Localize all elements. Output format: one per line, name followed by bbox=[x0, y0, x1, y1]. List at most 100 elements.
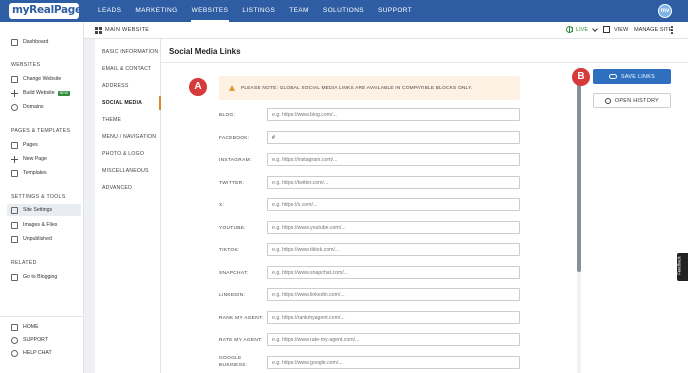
new-badge: NEW bbox=[57, 90, 71, 96]
sidebar-item-templates[interactable]: Templates bbox=[11, 168, 47, 178]
view-button[interactable]: VIEW bbox=[603, 26, 628, 33]
settings-icon bbox=[11, 336, 18, 344]
save-links-button[interactable]: SAVE LINKS bbox=[593, 69, 671, 84]
field-label-instagram: INSTAGRAM: bbox=[219, 158, 252, 163]
blog-url-input[interactable] bbox=[267, 108, 520, 121]
field-label-tiktok: TIKTOK: bbox=[219, 248, 240, 253]
site-status-label: LIVE bbox=[576, 26, 589, 33]
sidebar-heading-settings: SETTINGS & TOOLS bbox=[11, 194, 66, 200]
feedback-label: Feedback bbox=[676, 256, 682, 275]
field-label-google-business: GOOGLE BUSINESS: bbox=[219, 356, 248, 368]
snapchat-url-input[interactable] bbox=[267, 266, 520, 279]
settings-tab-basic-information[interactable]: BASIC INFORMATION bbox=[102, 49, 158, 55]
title-divider bbox=[161, 62, 688, 63]
settings-tab-email-contact[interactable]: EMAIL & CONTACT bbox=[102, 66, 151, 72]
field-label-rate-my-agent: RATE MY AGENT: bbox=[219, 338, 263, 343]
sidebar-item-home[interactable]: HOME bbox=[11, 322, 39, 332]
unpublished-icon bbox=[11, 235, 18, 243]
chevron-down-icon bbox=[592, 25, 598, 32]
page-title: Social Media Links bbox=[169, 47, 241, 56]
settings-tab-menu-navigation[interactable]: MENU / NAVIGATION bbox=[102, 134, 156, 140]
scrollbar-thumb[interactable] bbox=[577, 80, 581, 272]
settings-tab-advanced[interactable]: ADVANCED bbox=[102, 185, 132, 191]
sidebar-heading-related: RELATED bbox=[11, 260, 37, 266]
settings-tab-miscellaneous[interactable]: MISCELLANEOUS bbox=[102, 168, 149, 174]
rank-my-agent-url-input[interactable] bbox=[267, 311, 520, 324]
open-history-button[interactable]: OPEN HISTORY bbox=[593, 93, 671, 108]
settings-tab-photo-logo[interactable]: PHOTO & LOGO bbox=[102, 151, 144, 157]
globe-icon bbox=[11, 103, 18, 111]
sidebar-item-unpublished[interactable]: Unpublished bbox=[11, 234, 52, 244]
plus-icon bbox=[11, 155, 18, 163]
site-status-dropdown[interactable]: LIVE bbox=[566, 25, 598, 33]
sidebar-item-site-settings[interactable]: Site Settings bbox=[11, 205, 52, 215]
top-navigation: myRealPage LEADS MARKETING WEBSITES LIST… bbox=[0, 0, 688, 22]
sidebar-item-change-website[interactable]: Change Website bbox=[11, 74, 61, 84]
settings-menu: BASIC INFORMATION EMAIL & CONTACT ADDRES… bbox=[95, 39, 161, 373]
nav-support[interactable]: SUPPORT bbox=[377, 0, 413, 22]
field-label-linkedin: LINKEDIN: bbox=[219, 293, 246, 298]
sidebar-item-support[interactable]: SUPPORT bbox=[11, 335, 48, 345]
annotation-marker-a: A bbox=[189, 78, 207, 96]
sidebar-divider bbox=[0, 316, 84, 317]
sidebar-item-label: Unpublished bbox=[23, 236, 52, 242]
sidebar-item-help-chat[interactable]: HELP CHAT bbox=[11, 348, 52, 358]
sidebar-item-label: Templates bbox=[23, 170, 47, 176]
social-media-panel: Social Media Links A PLEASE NOTE: GLOBAL… bbox=[161, 39, 688, 373]
feedback-tab[interactable]: Feedback bbox=[677, 253, 688, 281]
field-label-youtube: YOUTUBE: bbox=[219, 226, 246, 231]
sidebar-item-pages[interactable]: Pages bbox=[11, 140, 38, 150]
nav-team[interactable]: TEAM bbox=[288, 0, 310, 22]
sidebar-item-label: Build Website bbox=[23, 90, 55, 96]
sidebar-item-label: Site Settings bbox=[23, 207, 53, 213]
top-nav-menu: LEADS MARKETING WEBSITES LISTINGS TEAM S… bbox=[97, 0, 425, 22]
nav-solutions[interactable]: SOLUTIONS bbox=[322, 0, 365, 22]
sidebar-item-label: Images & Files bbox=[23, 222, 58, 228]
warning-icon bbox=[229, 85, 235, 91]
field-label-snapchat: SNAPCHAT: bbox=[219, 271, 249, 276]
swap-icon bbox=[11, 75, 18, 83]
instagram-url-input[interactable] bbox=[267, 153, 520, 166]
chat-icon bbox=[11, 349, 18, 357]
x-url-input[interactable] bbox=[267, 198, 520, 211]
user-avatar[interactable]: mv bbox=[658, 4, 672, 18]
nav-websites[interactable]: WEBSITES bbox=[190, 0, 230, 22]
linkedin-url-input[interactable] bbox=[267, 288, 520, 301]
rate-my-agent-url-input[interactable] bbox=[267, 333, 520, 346]
sidebar-item-new-page[interactable]: New Page bbox=[11, 154, 47, 164]
nav-listings[interactable]: LISTINGS bbox=[241, 0, 276, 22]
youtube-url-input[interactable] bbox=[267, 221, 520, 234]
sidebar-item-label: Domains bbox=[23, 104, 44, 110]
sidebar-heading-pages: PAGES & TEMPLATES bbox=[11, 128, 71, 134]
template-icon bbox=[11, 169, 18, 177]
open-history-label: OPEN HISTORY bbox=[614, 97, 660, 104]
sidebar-item-dashboard[interactable]: Dashboard bbox=[11, 37, 48, 47]
google-business-url-input[interactable] bbox=[267, 356, 520, 369]
settings-tab-address[interactable]: ADDRESS bbox=[102, 83, 128, 89]
nav-leads[interactable]: LEADS bbox=[97, 0, 122, 22]
cloud-upload-icon bbox=[608, 74, 617, 79]
nav-marketing[interactable]: MARKETING bbox=[134, 0, 178, 22]
left-sidebar: Dashboard WEBSITES Change Website Build … bbox=[0, 22, 84, 373]
manage-site-menu[interactable]: MANAGE SITE bbox=[634, 27, 672, 33]
twitter-url-input[interactable] bbox=[267, 176, 520, 189]
sidebar-item-blogging[interactable]: Go to Blogging bbox=[11, 272, 57, 282]
field-label-facebook: FACEBOOK: bbox=[219, 136, 250, 141]
more-options-icon[interactable] bbox=[671, 26, 673, 34]
field-label-rank-my-agent: RANK MY AGENT: bbox=[219, 316, 264, 321]
grid-icon[interactable] bbox=[95, 27, 102, 34]
settings-tab-social-media[interactable]: SOCIAL MEDIA bbox=[102, 100, 142, 106]
settings-tab-theme[interactable]: THEME bbox=[102, 117, 121, 123]
settings-icon bbox=[11, 206, 18, 214]
sidebar-item-label: SUPPORT bbox=[23, 337, 48, 343]
sidebar-item-build-website[interactable]: Build Website NEW bbox=[11, 88, 71, 98]
tiktok-url-input[interactable] bbox=[267, 243, 520, 256]
sidebar-item-images-files[interactable]: Images & Files bbox=[11, 220, 57, 230]
facebook-url-input[interactable] bbox=[267, 131, 520, 144]
brand-logo[interactable]: myRealPage bbox=[9, 3, 79, 19]
blog-icon bbox=[11, 273, 18, 281]
external-link-icon bbox=[603, 26, 610, 33]
sidebar-item-domains[interactable]: Domains bbox=[11, 102, 43, 112]
site-selector[interactable]: MAIN WEBSITE bbox=[105, 27, 149, 33]
sidebar-item-label: Change Website bbox=[23, 76, 62, 82]
